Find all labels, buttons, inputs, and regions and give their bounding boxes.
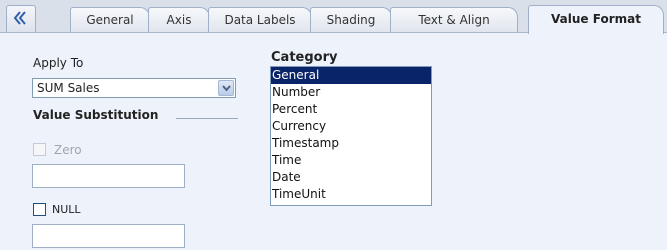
tab-shading[interactable]: Shading	[310, 7, 392, 32]
category-listbox[interactable]: General Number Percent Currency Timestam…	[270, 66, 432, 206]
null-value-input[interactable]	[32, 224, 185, 248]
null-checkbox[interactable]	[33, 203, 46, 216]
category-heading: Category	[271, 50, 338, 65]
category-option-number[interactable]: Number	[271, 84, 431, 101]
tab-axis[interactable]: Axis	[148, 7, 210, 32]
tab-value-format[interactable]: Value Format	[528, 5, 664, 34]
chevron-double-left-icon	[13, 11, 26, 25]
category-option-timestamp[interactable]: Timestamp	[271, 135, 431, 152]
tab-scroll-back-button[interactable]	[6, 5, 36, 32]
tab-text-align[interactable]: Text & Align	[390, 7, 518, 32]
section-divider	[176, 118, 238, 119]
dropdown-button[interactable]	[218, 80, 234, 96]
apply-to-value: SUM Sales	[37, 81, 100, 95]
chevron-down-icon	[222, 85, 231, 92]
value-substitution-heading: Value Substitution	[33, 108, 159, 122]
apply-to-select[interactable]: SUM Sales	[32, 78, 236, 98]
category-option-timeunit[interactable]: TimeUnit	[271, 186, 431, 203]
tab-data-labels[interactable]: Data Labels	[208, 7, 312, 32]
category-option-time[interactable]: Time	[271, 152, 431, 169]
apply-to-label: Apply To	[33, 56, 84, 70]
tab-bar: General Axis Data Labels Shading Text & …	[0, 0, 667, 34]
category-option-currency[interactable]: Currency	[271, 118, 431, 135]
category-option-general[interactable]: General	[271, 67, 431, 84]
zero-label: Zero	[54, 143, 82, 157]
null-label: NULL	[52, 203, 81, 216]
category-option-percent[interactable]: Percent	[271, 101, 431, 118]
zero-value-input[interactable]	[32, 164, 185, 188]
category-option-date[interactable]: Date	[271, 169, 431, 186]
tab-general[interactable]: General	[70, 7, 150, 32]
zero-checkbox[interactable]	[33, 143, 46, 156]
